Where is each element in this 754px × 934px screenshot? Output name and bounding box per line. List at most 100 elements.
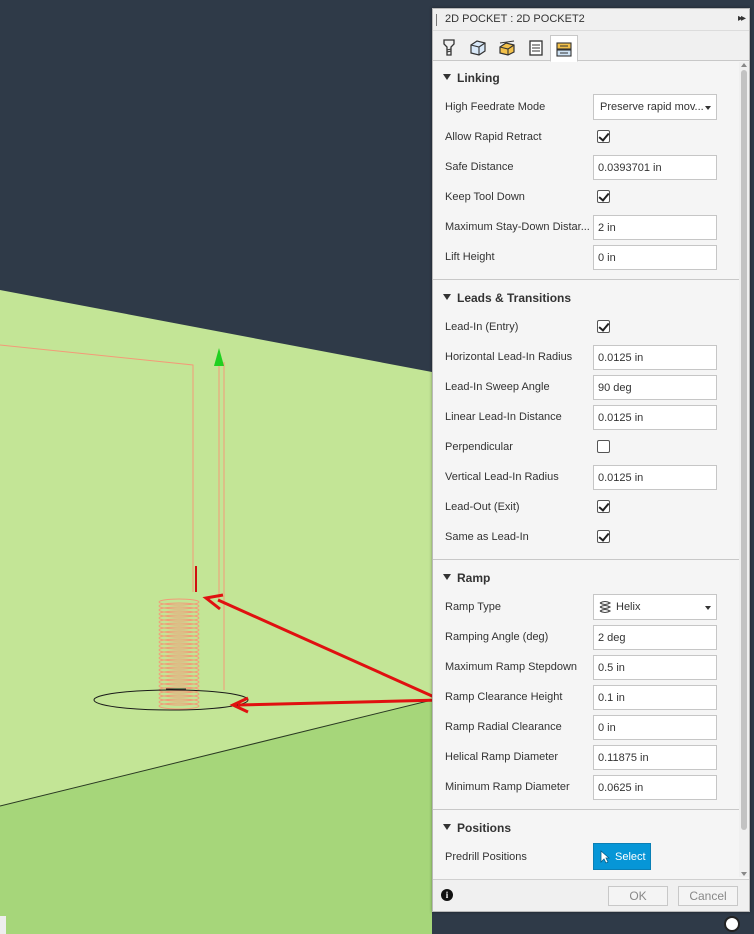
ramping-angle-label: Ramping Angle (deg)	[445, 631, 549, 643]
scrollbar-thumb[interactable]	[741, 70, 747, 830]
section-divider	[433, 279, 739, 280]
cancel-button[interactable]: Cancel	[678, 886, 738, 906]
safe-distance-input[interactable]	[593, 155, 717, 180]
viewport-corner-mark	[0, 916, 6, 934]
collapse-triangle-icon	[443, 574, 451, 580]
tab-tool[interactable]	[435, 35, 463, 61]
dialog-tabs	[433, 31, 749, 62]
linear-lead-in-distance-label: Linear Lead-In Distance	[445, 411, 562, 423]
ramp-clearance-height-input[interactable]	[593, 685, 717, 710]
row-safe-distance: Safe Distance	[433, 152, 739, 182]
ramp-type-label: Ramp Type	[445, 601, 502, 613]
section-divider	[433, 559, 739, 560]
same-as-lead-in-label: Same as Lead-In	[445, 531, 529, 543]
ramp-clearance-height-label: Ramp Clearance Height	[445, 691, 563, 703]
max-ramp-stepdown-label: Maximum Ramp Stepdown	[445, 661, 578, 673]
max-ramp-stepdown-input[interactable]	[593, 655, 717, 680]
collapse-triangle-icon	[443, 74, 451, 80]
row-lead-in: Lead-In (Entry)	[433, 312, 739, 342]
expand-icon[interactable]: ▸▸	[738, 13, 746, 24]
operation-dialog: 2D POCKET : 2D POCKET2 ▸▸ Linking High F…	[432, 8, 750, 912]
chevron-down-icon	[705, 106, 711, 110]
row-lift-height: Lift Height	[433, 242, 739, 272]
row-horizontal-lead-in-radius: Horizontal Lead-In Radius	[433, 342, 739, 372]
vertical-lead-in-radius-label: Vertical Lead-In Radius	[445, 471, 559, 483]
vertical-scrollbar[interactable]	[739, 62, 749, 877]
row-helical-ramp-diameter: Helical Ramp Diameter	[433, 742, 739, 772]
tab-geometry[interactable]	[464, 35, 492, 61]
lead-out-checkbox[interactable]	[597, 500, 610, 513]
lead-out-label: Lead-Out (Exit)	[445, 501, 520, 513]
ramp-radial-clearance-label: Ramp Radial Clearance	[445, 721, 562, 733]
navigation-widget-icon[interactable]	[724, 916, 740, 932]
heights-icon	[499, 40, 515, 56]
section-ramp-header[interactable]: Ramp	[433, 562, 739, 592]
lift-height-label: Lift Height	[445, 251, 495, 263]
scroll-down-icon[interactable]	[741, 872, 747, 876]
high-feedrate-mode-select[interactable]: Preserve rapid mov...	[593, 94, 717, 120]
lead-in-checkbox[interactable]	[597, 320, 610, 333]
lead-in-sweep-angle-input[interactable]	[593, 375, 717, 400]
section-linking-label: Linking	[457, 71, 500, 85]
passes-icon	[529, 40, 543, 56]
dialog-titlebar[interactable]: 2D POCKET : 2D POCKET2 ▸▸	[433, 9, 749, 31]
max-stay-down-label: Maximum Stay-Down Distar...	[445, 221, 590, 233]
horizontal-lead-in-radius-input[interactable]	[593, 345, 717, 370]
row-max-stay-down: Maximum Stay-Down Distar...	[433, 212, 739, 242]
info-icon[interactable]: i	[441, 889, 453, 901]
helix-icon	[599, 600, 612, 614]
predrill-select-label: Select	[615, 850, 646, 863]
row-ramp-radial-clearance: Ramp Radial Clearance	[433, 712, 739, 742]
ramp-type-value: Helix	[616, 601, 641, 613]
section-positions-label: Positions	[457, 821, 512, 835]
row-allow-rapid-retract: Allow Rapid Retract	[433, 122, 739, 152]
row-ramping-angle: Ramping Angle (deg)	[433, 622, 739, 652]
row-ramp-type: Ramp Type Helix	[433, 592, 739, 622]
section-positions-header[interactable]: Positions	[433, 812, 739, 842]
min-ramp-diameter-input[interactable]	[593, 775, 717, 800]
helical-ramp-diameter-input[interactable]	[593, 745, 717, 770]
keep-tool-down-checkbox[interactable]	[597, 190, 610, 203]
scroll-up-icon[interactable]	[741, 63, 747, 67]
ramp-radial-clearance-input[interactable]	[593, 715, 717, 740]
lift-height-input[interactable]	[593, 245, 717, 270]
section-leads-label: Leads & Transitions	[457, 291, 572, 305]
helical-ramp-diameter-label: Helical Ramp Diameter	[445, 751, 559, 763]
high-feedrate-mode-value: Preserve rapid mov...	[600, 101, 704, 113]
section-ramp-label: Ramp	[457, 571, 491, 585]
drag-grip-icon[interactable]	[436, 14, 438, 26]
ramp-type-select[interactable]: Helix	[593, 594, 717, 620]
ramping-angle-input[interactable]	[593, 625, 717, 650]
linear-lead-in-distance-input[interactable]	[593, 405, 717, 430]
section-leads-header[interactable]: Leads & Transitions	[433, 282, 739, 312]
perpendicular-checkbox[interactable]	[597, 440, 610, 453]
vertical-lead-in-radius-input[interactable]	[593, 465, 717, 490]
high-feedrate-mode-label: High Feedrate Mode	[445, 101, 546, 113]
tab-passes[interactable]	[522, 35, 550, 61]
chevron-down-icon	[705, 606, 711, 610]
row-high-feedrate-mode: High Feedrate Mode Preserve rapid mov...	[433, 92, 739, 122]
geometry-icon	[470, 40, 486, 56]
ok-button[interactable]: OK	[608, 886, 668, 906]
min-ramp-diameter-label: Minimum Ramp Diameter	[445, 781, 570, 793]
dialog-footer: i OK Cancel	[433, 879, 749, 911]
lead-in-sweep-angle-label: Lead-In Sweep Angle	[445, 381, 550, 393]
allow-rapid-retract-checkbox[interactable]	[597, 130, 610, 143]
row-perpendicular: Perpendicular	[433, 432, 739, 462]
row-max-ramp-stepdown: Maximum Ramp Stepdown	[433, 652, 739, 682]
perpendicular-label: Perpendicular	[445, 441, 513, 453]
same-as-lead-in-checkbox[interactable]	[597, 530, 610, 543]
max-stay-down-input[interactable]	[593, 215, 717, 240]
section-linking-header[interactable]: Linking	[433, 62, 739, 92]
tab-linking[interactable]	[550, 35, 578, 62]
row-vertical-lead-in-radius: Vertical Lead-In Radius	[433, 462, 739, 492]
horizontal-lead-in-radius-label: Horizontal Lead-In Radius	[445, 351, 573, 363]
predrill-select-button[interactable]: Select	[593, 843, 651, 870]
collapse-triangle-icon	[443, 294, 451, 300]
dialog-title: 2D POCKET : 2D POCKET2	[445, 13, 585, 25]
parameters-scroll-area[interactable]: Linking High Feedrate Mode Preserve rapi…	[433, 62, 749, 877]
row-lead-out: Lead-Out (Exit)	[433, 492, 739, 522]
tab-heights[interactable]	[493, 35, 521, 61]
lead-in-label: Lead-In (Entry)	[445, 321, 519, 333]
collapse-triangle-icon	[443, 824, 451, 830]
